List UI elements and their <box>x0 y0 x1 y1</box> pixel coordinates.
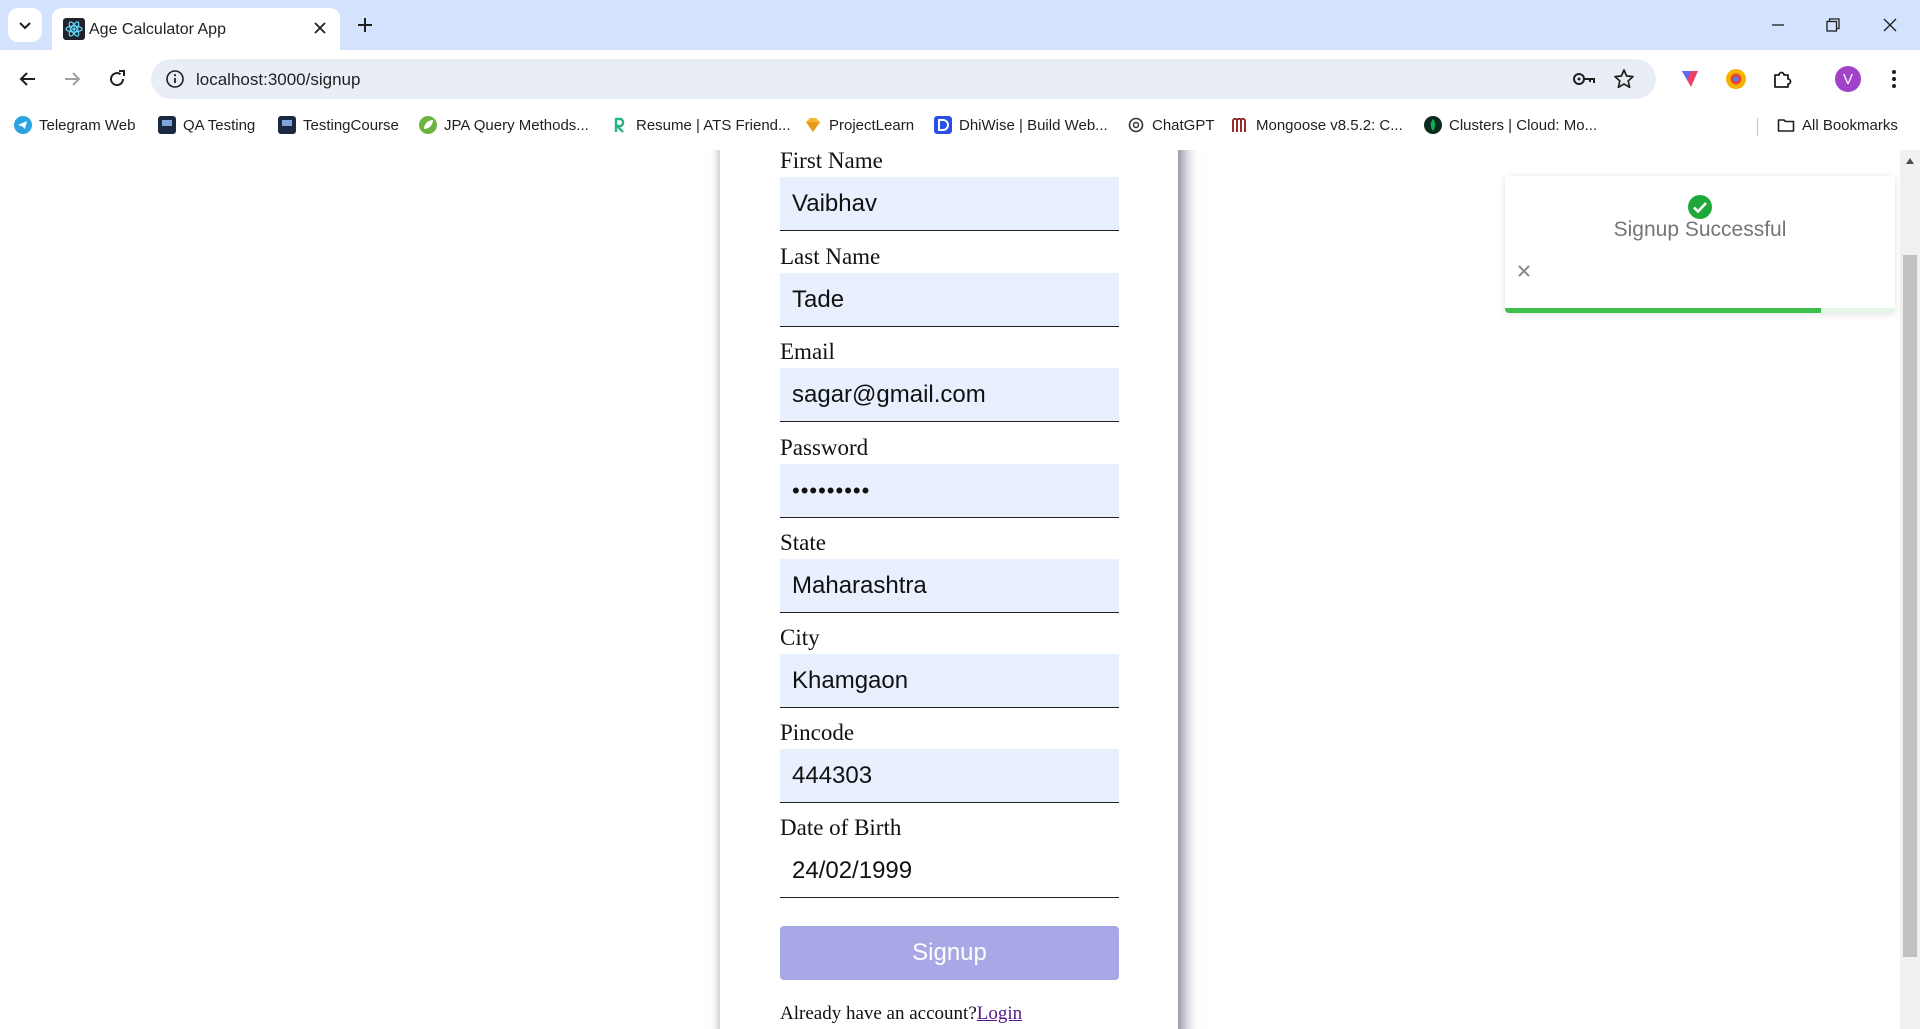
scroll-up-arrow[interactable] <box>1903 154 1917 168</box>
state-input[interactable]: Maharashtra <box>780 559 1119 613</box>
state-label: State <box>780 530 826 555</box>
browser-toolbar: localhost:3000/signup V <box>0 50 1920 108</box>
spring-leaf-icon <box>419 116 437 134</box>
qa-testing-icon <box>158 116 176 134</box>
dhiwise-icon <box>934 116 952 134</box>
login-prompt: Already have an account?Login <box>780 1003 1022 1025</box>
browser-tab[interactable]: Age Calculator App <box>52 8 340 50</box>
bookmark-label: QA Testing <box>183 116 256 134</box>
bookmark-resume[interactable]: Resume | ATS Friend... <box>611 114 791 136</box>
tab-title: Age Calculator App <box>89 21 226 38</box>
minimize-button[interactable] <box>1758 10 1798 40</box>
bookmarks-bar: Telegram Web QA Testing TestingCourse JP… <box>0 108 1920 142</box>
testing-course-icon <box>278 116 296 134</box>
bookmarks-divider <box>1757 118 1758 136</box>
all-bookmarks-label: All Bookmarks <box>1802 116 1898 134</box>
tab-close-button[interactable] <box>310 18 330 38</box>
signup-card: First Name Vaibhav Last Name Tade Email … <box>720 150 1178 1029</box>
password-input[interactable]: ••••••••• <box>780 464 1119 518</box>
mongoose-icon <box>1232 117 1246 132</box>
close-window-button[interactable] <box>1870 10 1910 40</box>
city-input[interactable]: Khamgaon <box>780 654 1119 708</box>
info-icon[interactable] <box>165 69 185 89</box>
bookmark-dhiwise[interactable]: DhiWise | Build Web... <box>934 114 1108 136</box>
password-label: Password <box>780 435 869 460</box>
url-text[interactable]: localhost:3000/signup <box>196 70 360 90</box>
email-label: Email <box>780 339 835 364</box>
first-name-label: First Name <box>780 150 883 173</box>
minimize-icon <box>1772 24 1784 26</box>
mongodb-leaf-icon <box>1424 116 1442 134</box>
bookmark-projectlearn[interactable]: ProjectLearn <box>804 114 914 136</box>
have-account-text: Already have an account? <box>780 1003 977 1024</box>
chevron-down-icon <box>19 22 31 30</box>
close-icon <box>1518 265 1530 277</box>
last-name-label: Last Name <box>780 244 881 269</box>
bookmark-label: DhiWise | Build Web... <box>959 116 1108 134</box>
plus-icon <box>358 18 372 32</box>
pincode-label: Pincode <box>780 720 855 745</box>
profile-avatar[interactable]: V <box>1835 66 1861 92</box>
tab-search-button[interactable] <box>8 8 42 42</box>
scrollbar-thumb[interactable] <box>1903 255 1917 957</box>
bookmark-telegram[interactable]: Telegram Web <box>14 114 135 136</box>
toast-close-button[interactable] <box>1515 262 1533 280</box>
more-menu-button[interactable] <box>1880 65 1908 93</box>
folder-icon <box>1777 119 1795 132</box>
address-bar[interactable]: localhost:3000/signup <box>151 59 1656 99</box>
bookmark-label: Mongoose v8.5.2: C... <box>1256 116 1403 134</box>
bookmark-chatgpt[interactable]: ChatGPT <box>1127 114 1215 136</box>
bookmark-label: Clusters | Cloud: Mo... <box>1449 116 1598 134</box>
bookmark-testing-course[interactable]: TestingCourse <box>278 114 399 136</box>
login-link[interactable]: Login <box>977 1003 1022 1024</box>
reload-button[interactable] <box>102 64 132 94</box>
forward-button[interactable] <box>57 64 87 94</box>
bookmark-label: TestingCourse <box>303 116 399 134</box>
reload-icon <box>110 70 125 87</box>
bookmark-label: JPA Query Methods... <box>444 116 589 134</box>
star-icon[interactable] <box>1612 67 1636 91</box>
chatgpt-icon <box>1128 117 1144 133</box>
react-icon <box>63 18 85 40</box>
toast-progress-bar <box>1505 308 1821 313</box>
email-input[interactable]: sagar@gmail.com <box>780 368 1119 422</box>
key-icon[interactable] <box>1572 68 1596 90</box>
close-icon <box>314 22 326 34</box>
bookmark-clusters[interactable]: Clusters | Cloud: Mo... <box>1424 114 1597 136</box>
city-label: City <box>780 625 820 650</box>
all-bookmarks-button[interactable]: All Bookmarks <box>1777 114 1898 136</box>
pincode-input[interactable]: 444303 <box>780 749 1119 803</box>
close-icon <box>1883 18 1897 32</box>
last-name-input[interactable]: Tade <box>780 273 1119 327</box>
bookmark-label: Telegram Web <box>39 116 136 134</box>
bookmark-jpa-query[interactable]: JPA Query Methods... <box>419 114 589 136</box>
bookmark-mongoose[interactable]: Mongoose v8.5.2: C... <box>1231 114 1403 136</box>
tab-strip: Age Calculator App <box>0 0 1920 50</box>
arrow-left-icon <box>19 72 35 86</box>
new-tab-button[interactable] <box>352 12 378 38</box>
telegram-icon <box>14 116 32 134</box>
extension-icon[interactable] <box>1722 65 1750 93</box>
more-vertical-icon <box>1892 70 1896 88</box>
bookmark-label: ProjectLearn <box>829 116 915 134</box>
flag-extension-icon[interactable] <box>1676 65 1704 93</box>
bookmark-label: Resume | ATS Friend... <box>636 116 791 134</box>
back-button[interactable] <box>13 64 43 94</box>
toast-message: Signup Successful <box>1613 218 1787 241</box>
restore-icon <box>1826 18 1840 32</box>
puzzle-icon[interactable] <box>1768 65 1796 93</box>
bookmark-label: ChatGPT <box>1152 116 1215 134</box>
gem-icon <box>806 118 820 132</box>
arrow-right-icon <box>65 72 81 86</box>
resume-icon <box>614 117 625 133</box>
restore-button[interactable] <box>1813 10 1853 40</box>
bookmark-qa-testing[interactable]: QA Testing <box>158 114 255 136</box>
signup-button[interactable]: Signup <box>780 926 1119 980</box>
check-circle-icon <box>1688 195 1712 219</box>
dob-label: Date of Birth <box>780 815 902 840</box>
success-toast: Signup Successful <box>1505 176 1895 313</box>
triangle-up-icon <box>1906 158 1914 164</box>
first-name-input[interactable]: Vaibhav <box>780 177 1119 231</box>
dob-input[interactable]: 24/02/1999 <box>780 844 1119 898</box>
